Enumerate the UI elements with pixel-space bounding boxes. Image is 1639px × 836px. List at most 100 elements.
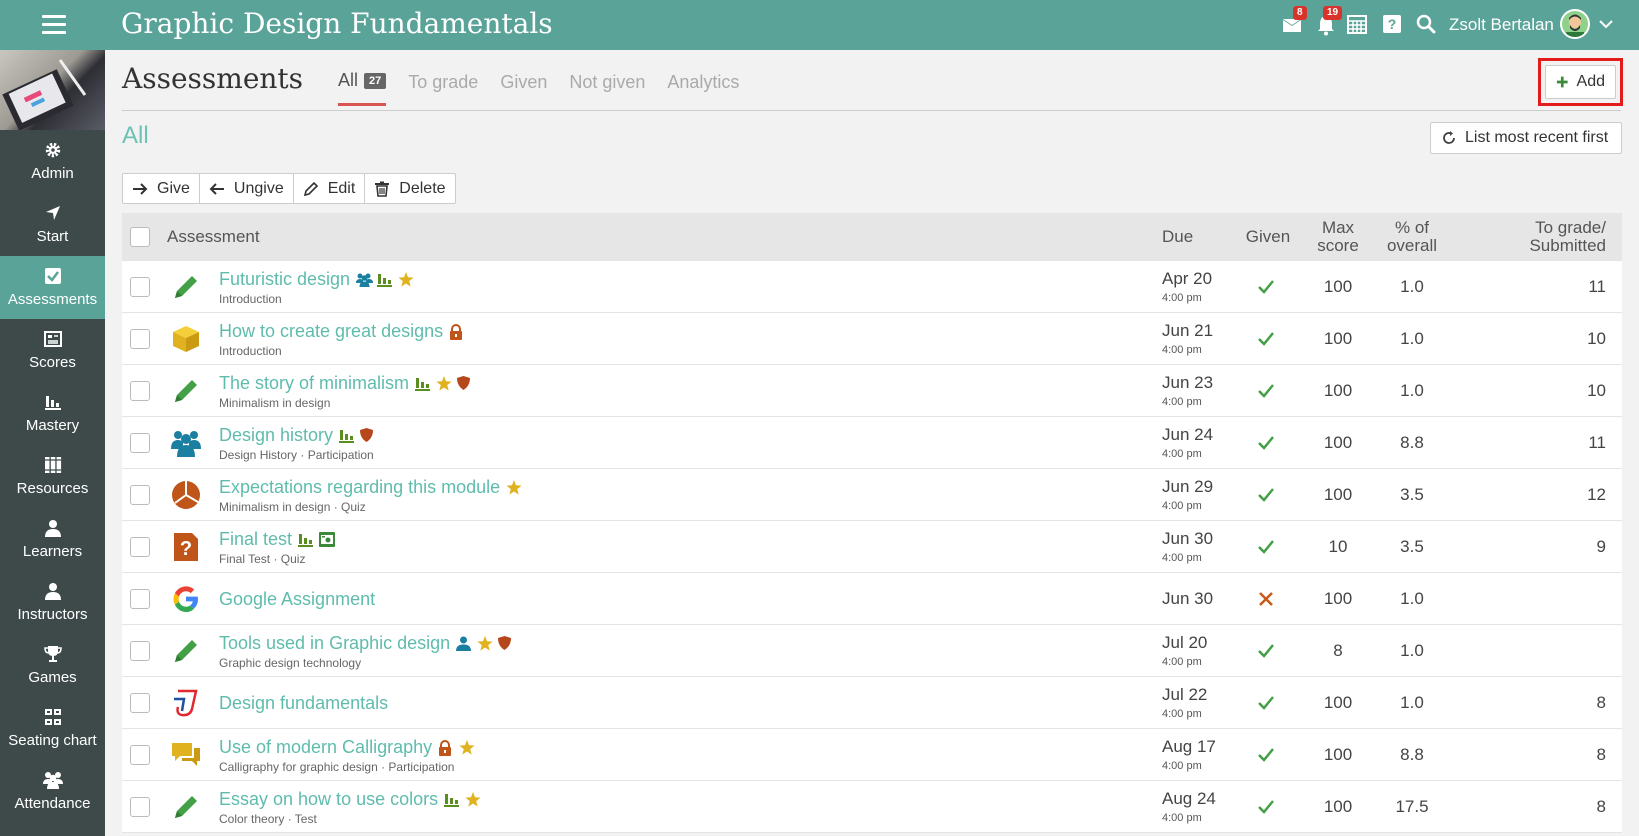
course-image — [0, 50, 105, 130]
row-checkbox[interactable] — [130, 641, 150, 661]
row-checkbox[interactable] — [130, 381, 150, 401]
table-row[interactable]: ? Final test Final Test · Quiz Jun 30 4:00 p… — [122, 521, 1622, 573]
assessment-link[interactable]: Design fundamentals — [219, 693, 388, 714]
check-icon[interactable] — [1256, 693, 1276, 713]
assessment-link[interactable]: Final test — [219, 529, 292, 550]
sort-button[interactable]: List most recent first — [1430, 122, 1622, 154]
select-all-checkbox[interactable] — [130, 227, 150, 247]
sidebar-item-scores[interactable]: Scores — [0, 319, 105, 382]
assessment-name: The story of minimalism — [219, 373, 472, 394]
tab-given[interactable]: Given — [500, 70, 547, 106]
assessment-link[interactable]: Design history — [219, 425, 333, 446]
to-grade-count[interactable]: 9 — [1456, 537, 1606, 557]
table-row[interactable]: Design fundamentals Jul 22 4:00 pm 100 1.0 8 — [122, 677, 1622, 729]
header-assessment[interactable]: Assessment — [167, 228, 260, 246]
add-button[interactable]: Add — [1545, 65, 1616, 99]
row-checkbox[interactable] — [130, 797, 150, 817]
table-row[interactable]: Futuristic design Introduction Apr 20 4:00 … — [122, 261, 1622, 313]
header-to-grade[interactable]: To grade/ Submitted — [1456, 219, 1606, 255]
table-row[interactable]: Design history Design History · Participa… — [122, 417, 1622, 469]
check-icon[interactable] — [1256, 745, 1276, 765]
table-row[interactable]: Google Assignment Jun 30 100 1.0 — [122, 573, 1622, 625]
avatar[interactable] — [1560, 9, 1590, 39]
user-name[interactable]: Zsolt Bertalan — [1449, 15, 1554, 35]
row-checkbox[interactable] — [130, 277, 150, 297]
sidebar-item-seating-chart[interactable]: Seating chart — [0, 697, 105, 760]
assessment-link[interactable]: The story of minimalism — [219, 373, 409, 394]
table-row[interactable]: Expectations regarding this module Minima… — [122, 469, 1622, 521]
assessment-link[interactable]: Google Assignment — [219, 589, 375, 610]
row-checkbox[interactable] — [130, 745, 150, 765]
to-grade-count[interactable]: 8 — [1456, 745, 1606, 765]
row-checkbox[interactable] — [130, 589, 150, 609]
edit-button[interactable]: Edit — [294, 174, 366, 203]
header-percent-overall[interactable]: % of overall — [1376, 219, 1448, 255]
sidebar-item-assessments[interactable]: Assessments — [0, 256, 105, 319]
header-given[interactable]: Given — [1232, 228, 1304, 246]
sidebar-item-start[interactable]: Start — [0, 193, 105, 256]
sidebar-item-attendance[interactable]: Attendance — [0, 760, 105, 823]
to-grade-count[interactable]: 11 — [1456, 277, 1606, 297]
google-icon — [170, 583, 202, 615]
row-checkbox[interactable] — [130, 329, 150, 349]
assessment-link[interactable]: Essay on how to use colors — [219, 789, 438, 810]
check-icon[interactable] — [1256, 797, 1276, 817]
assessment-link[interactable]: Expectations regarding this module — [219, 477, 500, 498]
row-checkbox[interactable] — [130, 433, 150, 453]
due-date: Jun 29 — [1162, 477, 1214, 496]
max-score: 10 — [1328, 537, 1348, 556]
menu-icon[interactable] — [42, 15, 66, 35]
check-icon[interactable] — [1256, 485, 1276, 505]
sidebar-item-games[interactable]: Games — [0, 634, 105, 697]
to-grade-count[interactable]: 8 — [1456, 693, 1606, 713]
percent-overall: 3.5 — [1400, 485, 1424, 504]
row-checkbox[interactable] — [130, 485, 150, 505]
table-row[interactable]: Essay on how to use colors Color theory ·… — [122, 781, 1622, 833]
calendar-icon[interactable] — [1347, 14, 1369, 36]
assessment-link[interactable]: Use of modern Calligraphy — [219, 737, 432, 758]
to-grade-count[interactable]: 10 — [1456, 381, 1606, 401]
bell-icon[interactable]: 19 — [1315, 6, 1343, 36]
check-icon[interactable] — [1256, 433, 1276, 453]
tab-all[interactable]: All 27 — [338, 70, 387, 106]
search-icon[interactable] — [1416, 14, 1438, 36]
delete-button[interactable]: Delete — [365, 174, 454, 203]
table-row[interactable]: Tools used in Graphic design Graphic desi… — [122, 625, 1622, 677]
due-time: 4:00 pm — [1162, 396, 1202, 408]
assessment-link[interactable]: How to create great designs — [219, 321, 443, 342]
sidebar-item-learners[interactable]: Learners — [0, 508, 105, 571]
check-icon[interactable] — [1256, 381, 1276, 401]
assessment-category: Minimalism in design — [219, 396, 331, 410]
row-checkbox[interactable] — [130, 537, 150, 557]
to-grade-count[interactable]: 10 — [1456, 329, 1606, 349]
help-icon[interactable]: ? — [1382, 14, 1404, 36]
row-checkbox[interactable] — [130, 693, 150, 713]
table-row[interactable]: The story of minimalism Minimalism in des… — [122, 365, 1622, 417]
to-grade-count[interactable]: 11 — [1456, 433, 1606, 453]
sidebar-item-resources[interactable]: Resources — [0, 445, 105, 508]
assessment-link[interactable]: Tools used in Graphic design — [219, 633, 450, 654]
table-row[interactable]: How to create great designs Introduction J… — [122, 313, 1622, 365]
sidebar-item-instructors[interactable]: Instructors — [0, 571, 105, 634]
assessment-link[interactable]: Futuristic design — [219, 269, 350, 290]
tab-not-given[interactable]: Not given — [569, 70, 645, 106]
chevron-down-icon[interactable] — [1598, 16, 1614, 32]
ungive-button[interactable]: Ungive — [200, 174, 294, 203]
give-button[interactable]: Give — [123, 174, 200, 203]
sidebar-item-admin[interactable]: Admin — [0, 130, 105, 193]
table-row[interactable]: Use of modern Calligraphy Calligraphy for… — [122, 729, 1622, 781]
to-grade-count[interactable]: 8 — [1456, 797, 1606, 817]
check-icon[interactable] — [1256, 641, 1276, 661]
header-due[interactable]: Due — [1162, 228, 1193, 246]
to-grade-count[interactable]: 12 — [1456, 485, 1606, 505]
messages-icon[interactable]: 8 — [1281, 6, 1307, 36]
check-icon[interactable] — [1256, 537, 1276, 557]
sidebar-item-mastery[interactable]: Mastery — [0, 382, 105, 445]
check-icon[interactable] — [1256, 277, 1276, 297]
course-title[interactable]: Graphic Design Fundamentals — [121, 7, 553, 40]
tab-to-grade[interactable]: To grade — [408, 70, 478, 106]
header-max-score[interactable]: Max score — [1302, 219, 1374, 255]
check-icon[interactable] — [1256, 329, 1276, 349]
tab-analytics[interactable]: Analytics — [667, 70, 739, 106]
cross-icon[interactable] — [1256, 589, 1276, 609]
